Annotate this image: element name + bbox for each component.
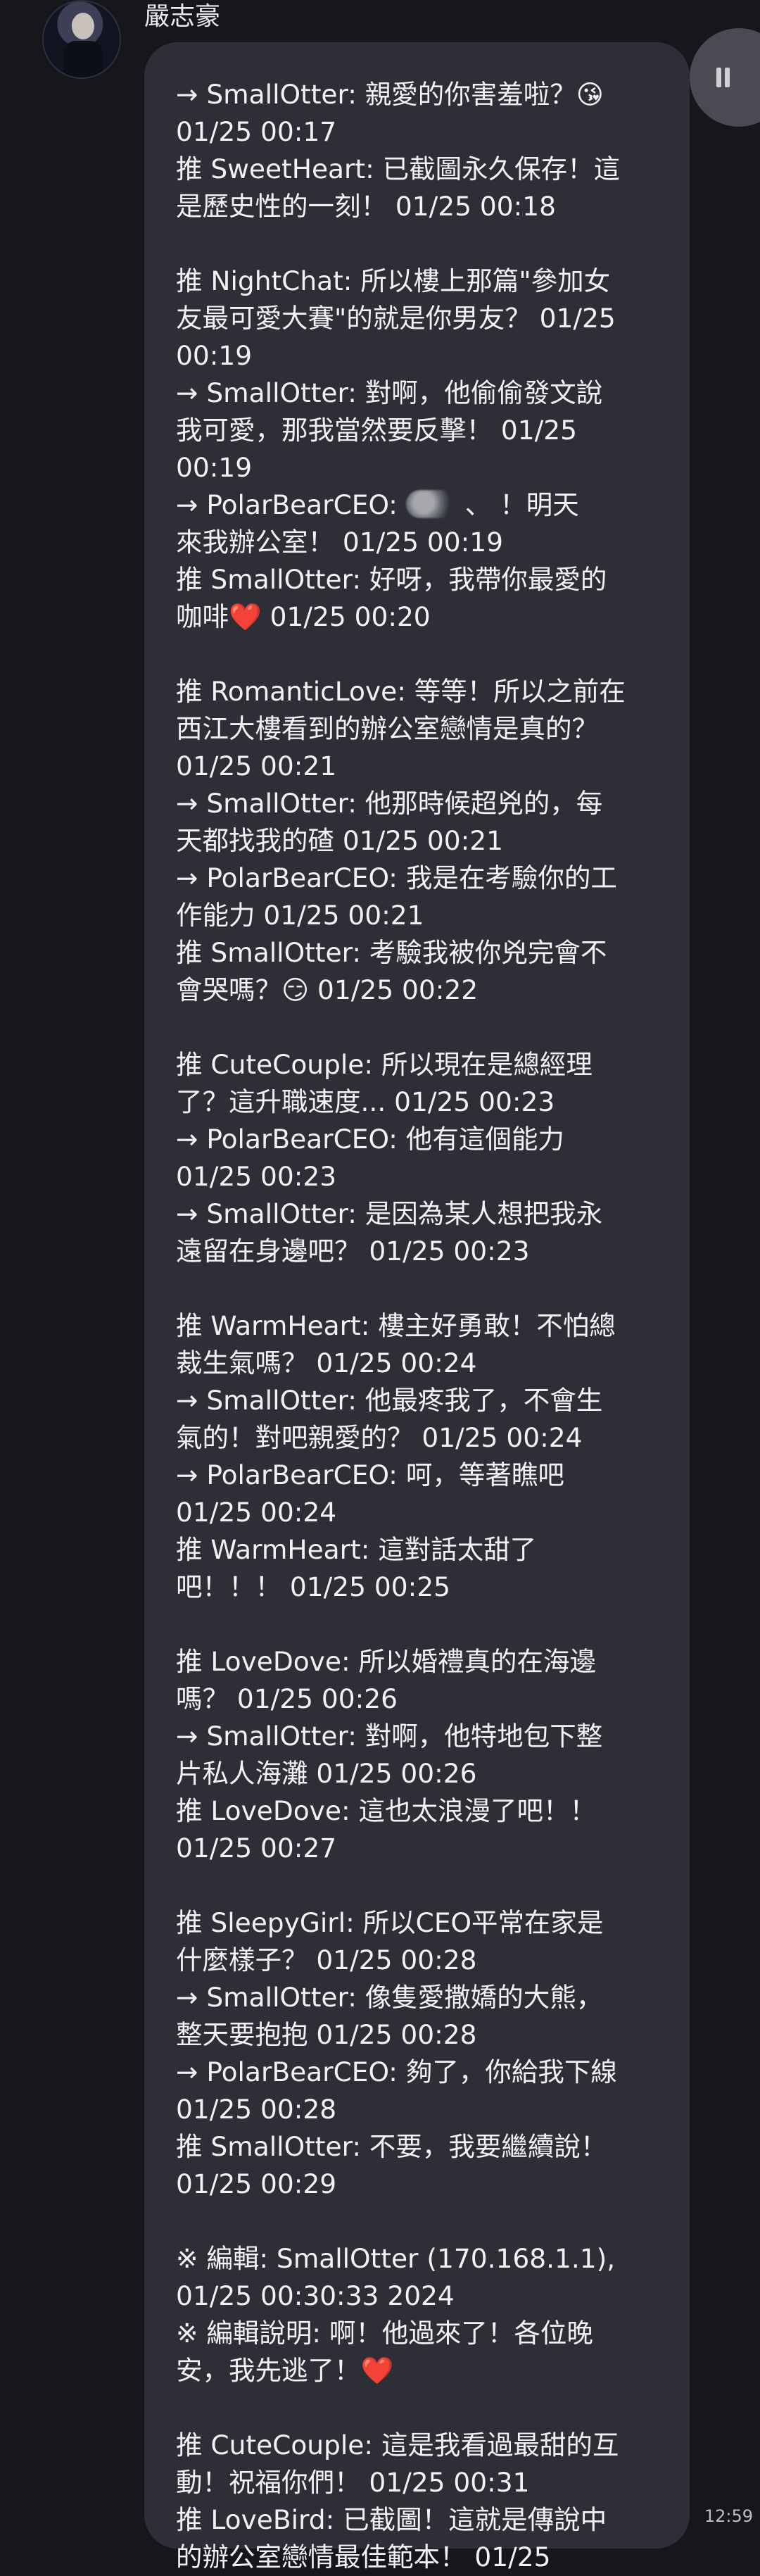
- message-line: 遠留在身邊吧？ 01/25 00:23: [176, 1236, 530, 1267]
- message-line: 片私人海灘 01/25 00:26: [176, 1758, 477, 1789]
- message-spacer-line: [176, 225, 661, 263]
- message-line: → SmallOtter: 他最疼我了，不會生: [176, 1385, 603, 1416]
- message-line: → SmallOtter: 他那時候超兇的，每: [176, 788, 603, 819]
- message-line: 吧！！！ 01/25 00:25: [176, 1571, 450, 1602]
- message-line: 推 LoveDove: 這也太浪漫了吧！！: [176, 1795, 596, 1826]
- message-line: → PolarBearCEO: 我是在考驗你的工: [176, 862, 617, 893]
- message-line: 會哭嗎？😏 01/25 00:22: [176, 974, 479, 1005]
- message-line: 了？這升職速度... 01/25 00:23: [176, 1086, 555, 1117]
- message-line-prefix: → PolarBearCEO:: [176, 489, 406, 520]
- message-line: 西江大樓看到的辦公室戀情是真的？: [176, 713, 598, 744]
- message-line: 推 SleepyGirl: 所以CEO平常在家是: [176, 1907, 604, 1938]
- message-line: 推 CuteCouple: 這是我看過最甜的互: [176, 2430, 619, 2461]
- message-line: 的辦公室戀情最佳範本！ 01/25: [176, 2542, 551, 2572]
- redacted-blur: [405, 490, 457, 518]
- message-text: → SmallOtter: 親愛的你害羞啦？😘 01/25 00:17 推 Swee…: [176, 76, 661, 2576]
- message-spacer-line: [176, 636, 661, 673]
- message-line: → SmallOtter: 像隻愛撒嬌的大熊，: [176, 1982, 603, 2013]
- message-line: 作能力 01/25 00:21: [176, 900, 424, 931]
- message-line: 推 WarmHeart: 樓主好勇敢！不怕總: [176, 1310, 616, 1341]
- message-spacer-line: [176, 2203, 661, 2240]
- message-line: 01/25 00:29: [176, 2168, 337, 2199]
- message-line: 氣的！對吧親愛的？ 01/25 00:24: [176, 1422, 583, 1453]
- message-line: 01/25 00:30:33 2024: [176, 2280, 455, 2311]
- message-line: 整天要抱抱 01/25 00:28: [176, 2019, 477, 2050]
- message-line: 裁生氣嗎？ 01/25 00:24: [176, 1347, 477, 1378]
- message-line: → SmallOtter: 對啊，他偷偷發文說: [176, 377, 603, 408]
- message-line: → PolarBearCEO: 夠了，你給我下線: [176, 2056, 617, 2087]
- message-line: 我可愛，那我當然要反擊！ 01/25: [176, 415, 577, 446]
- pause-bars-icon: [716, 68, 732, 87]
- message-spacer-line: [176, 1606, 661, 1643]
- message-line: 是歷史性的一刻！ 01/25 00:18: [176, 191, 556, 222]
- message-line: 友最可愛大賽"的就是你男友？ 01/25: [176, 303, 616, 334]
- message-line: 01/25 00:27: [176, 1833, 337, 1864]
- message-line: 安，我先逃了！❤️: [176, 2355, 394, 2386]
- message-line: 推 NightChat: 所以樓上那篇"參加女: [176, 265, 611, 296]
- message-line: 00:19: [176, 452, 253, 483]
- message-line: 推 CuteCouple: 所以現在是總經理: [176, 1049, 593, 1080]
- message-line: 01/25 00:21: [176, 750, 337, 781]
- message-line: → SmallOtter: 是因為某人想把我永: [176, 1198, 603, 1229]
- message-line: 嗎？ 01/25 00:26: [176, 1683, 398, 1714]
- message-spacer-line: [176, 2389, 661, 2427]
- message-line: 推 SmallOtter: 好呀，我帶你最愛的: [176, 564, 607, 595]
- avatar-face: [72, 13, 94, 39]
- message-line: 推 SweetHeart: 已截圖永久保存！這: [176, 153, 621, 184]
- message-line: 來我辦公室！ 01/25 00:19: [176, 527, 503, 558]
- message-line: 推 WarmHeart: 這對話太甜了: [176, 1534, 537, 1565]
- message-line: → PolarBearCEO: 、 ！明天: [176, 486, 661, 524]
- message-line: → PolarBearCEO: 呵，等著瞧吧: [176, 1459, 564, 1490]
- message-line: ※ 編輯: SmallOtter (170.168.1.1),: [176, 2243, 616, 2274]
- message-line: 01/25 00:24: [176, 1497, 337, 1528]
- message-line: 推 RomanticLove: 等等！所以之前在: [176, 676, 626, 707]
- scroll-handle[interactable]: [690, 28, 760, 127]
- message-line: 推 LoveBird: 已截圖！這就是傳說中: [176, 2504, 607, 2535]
- message-spacer-line: [176, 1867, 661, 1904]
- message-spacer-line: [176, 1270, 661, 1307]
- message-line: 00:19: [176, 340, 253, 371]
- message-line: 動！祝福你們！ 01/25 00:31: [176, 2467, 530, 2498]
- message-line: 什麼樣子？ 01/25 00:28: [176, 1944, 477, 1975]
- message-line: 天都找我的碴 01/25 00:21: [176, 825, 503, 856]
- message-line: 咖啡❤️ 01/25 00:20: [176, 601, 431, 632]
- message-line: 01/25 00:28: [176, 2094, 337, 2125]
- message-line: → SmallOtter: 親愛的你害羞啦？😘: [176, 79, 604, 110]
- message-line: 推 SmallOtter: 不要，我要繼續說！: [176, 2131, 607, 2162]
- message-spacer-line: [176, 1009, 661, 1046]
- message-line: 推 SmallOtter: 考驗我被你兇完會不: [176, 937, 607, 968]
- avatar-suit: [63, 41, 103, 77]
- message-line: ※ 編輯說明: 啊！他過來了！各位晚: [176, 2318, 593, 2349]
- message-line-suffix: 、 ！明天: [456, 489, 579, 520]
- message-line: → SmallOtter: 對啊，他特地包下整: [176, 1721, 603, 1752]
- sender-name: 嚴志豪: [144, 2, 221, 31]
- message-line: 01/25 00:17: [176, 116, 337, 147]
- message-line: → PolarBearCEO: 他有這個能力: [176, 1124, 564, 1155]
- message-line: 推 LoveDove: 所以婚禮真的在海邊: [176, 1646, 596, 1677]
- sender-avatar[interactable]: [42, 0, 121, 79]
- message-line: 01/25 00:23: [176, 1161, 337, 1192]
- message-timestamp: 12:59: [704, 2506, 753, 2526]
